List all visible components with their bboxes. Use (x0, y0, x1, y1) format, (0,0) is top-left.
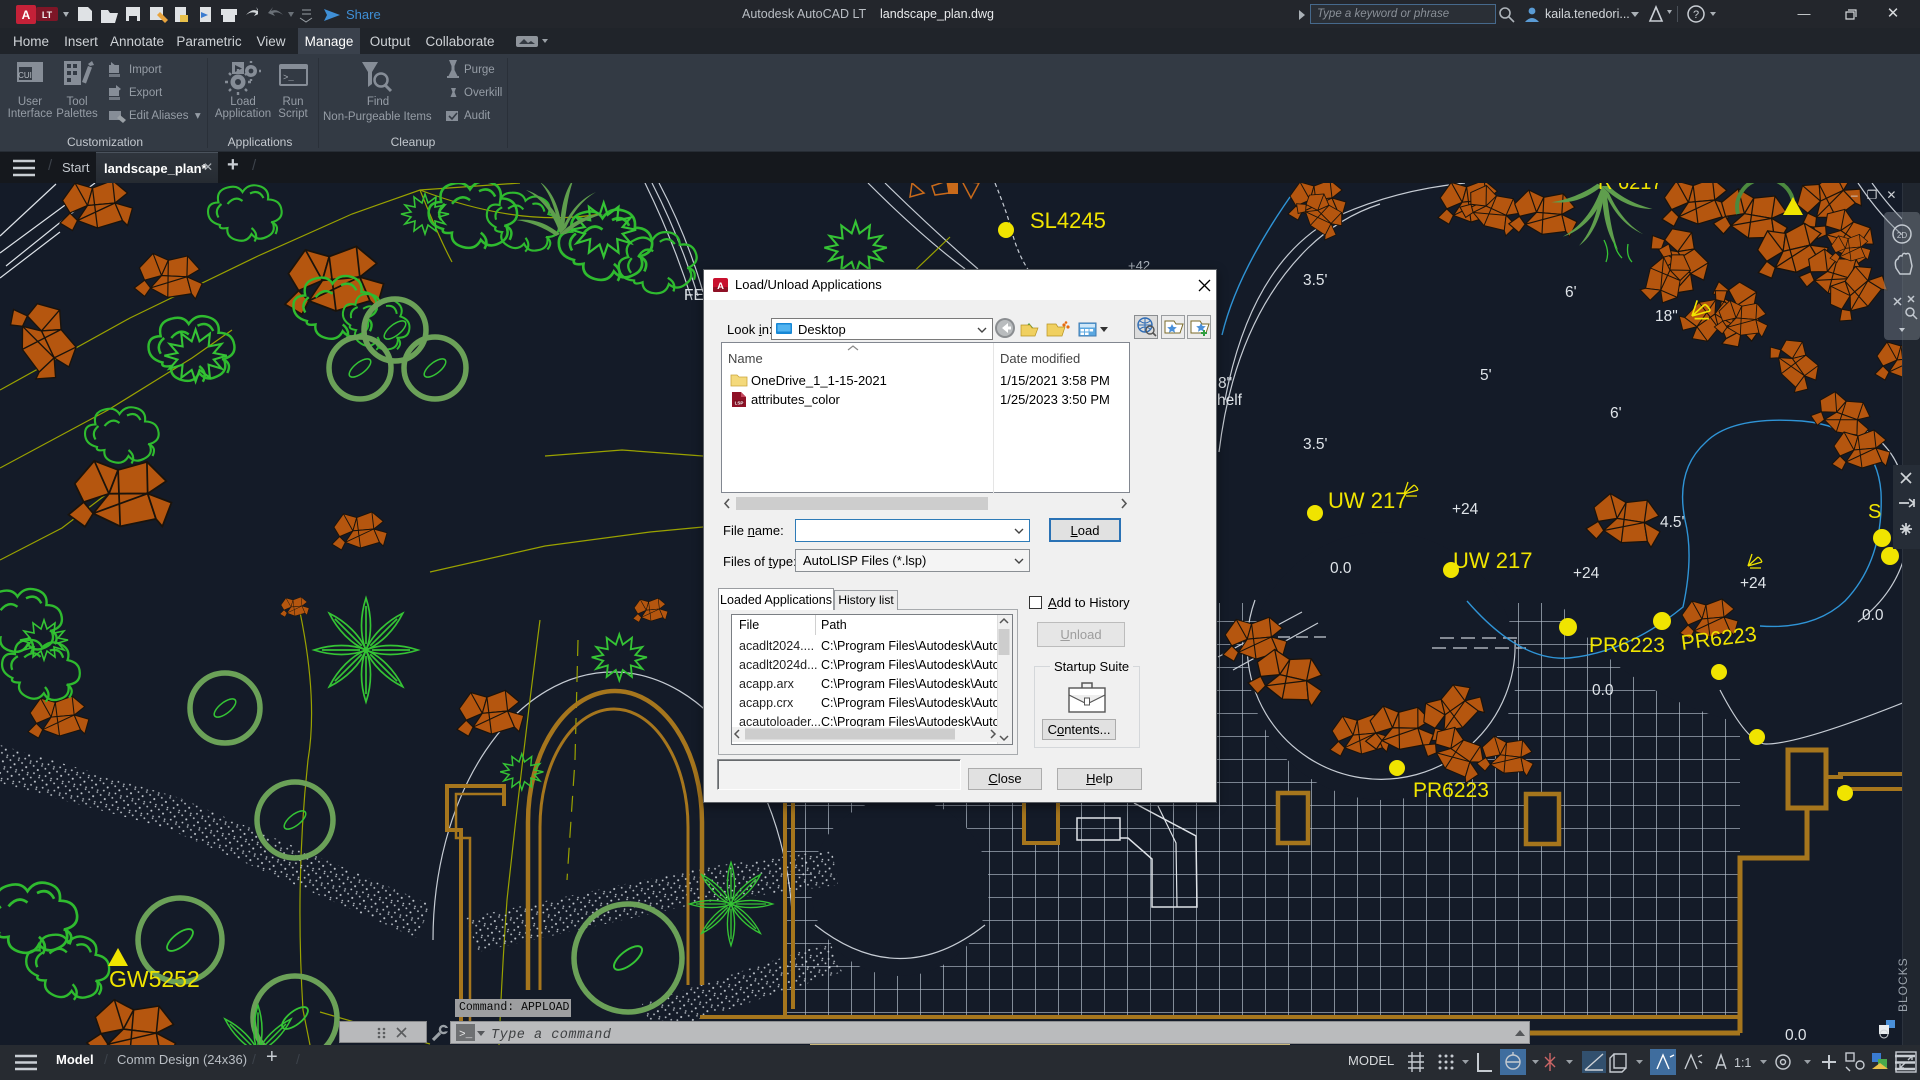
svg-text:6': 6' (1565, 284, 1577, 301)
svg-text:>_: >_ (283, 73, 294, 83)
svg-text:+24: +24 (1573, 565, 1600, 582)
svg-text:CUI: CUI (18, 71, 32, 80)
svg-text:>_: >_ (459, 1029, 473, 1041)
svg-text:6': 6' (1610, 405, 1622, 422)
svg-text:LSP: LSP (735, 400, 744, 405)
svg-text:UW 217: UW 217 (1453, 548, 1532, 573)
svg-text:PR6223: PR6223 (1589, 634, 1665, 657)
svg-text:GW5252: GW5252 (109, 966, 200, 992)
svg-text:FE: FE (684, 287, 704, 304)
svg-text:A: A (717, 281, 724, 292)
svg-text:0.0: 0.0 (1330, 560, 1352, 577)
svg-text:0.0: 0.0 (1785, 1027, 1807, 1044)
svg-text:UW 217: UW 217 (1328, 488, 1407, 513)
svg-text:3.5': 3.5' (1303, 436, 1328, 453)
svg-text:?: ? (1693, 9, 1699, 21)
svg-text:S: S (1868, 501, 1881, 523)
svg-text:+24: +24 (1452, 501, 1479, 518)
svg-text:5': 5' (1480, 367, 1492, 384)
svg-text:SL4245: SL4245 (1030, 208, 1106, 233)
svg-text:Type a command: Type a command (491, 1028, 612, 1043)
svg-text:1:1: 1:1 (1734, 1056, 1751, 1070)
svg-text:4.5': 4.5' (1660, 514, 1685, 531)
svg-text:helf: helf (1217, 392, 1243, 409)
svg-text:0.0: 0.0 (1862, 607, 1884, 624)
svg-text:8": 8" (1218, 375, 1232, 392)
svg-text:3.5': 3.5' (1303, 272, 1328, 289)
svg-text:+24: +24 (1740, 575, 1767, 592)
svg-text:0.0: 0.0 (1592, 682, 1614, 699)
svg-text:PR6223: PR6223 (1413, 779, 1489, 802)
svg-text:2D: 2D (1897, 231, 1907, 240)
svg-text:18": 18" (1655, 308, 1678, 325)
svg-text:R 6217: R 6217 (1598, 183, 1663, 194)
